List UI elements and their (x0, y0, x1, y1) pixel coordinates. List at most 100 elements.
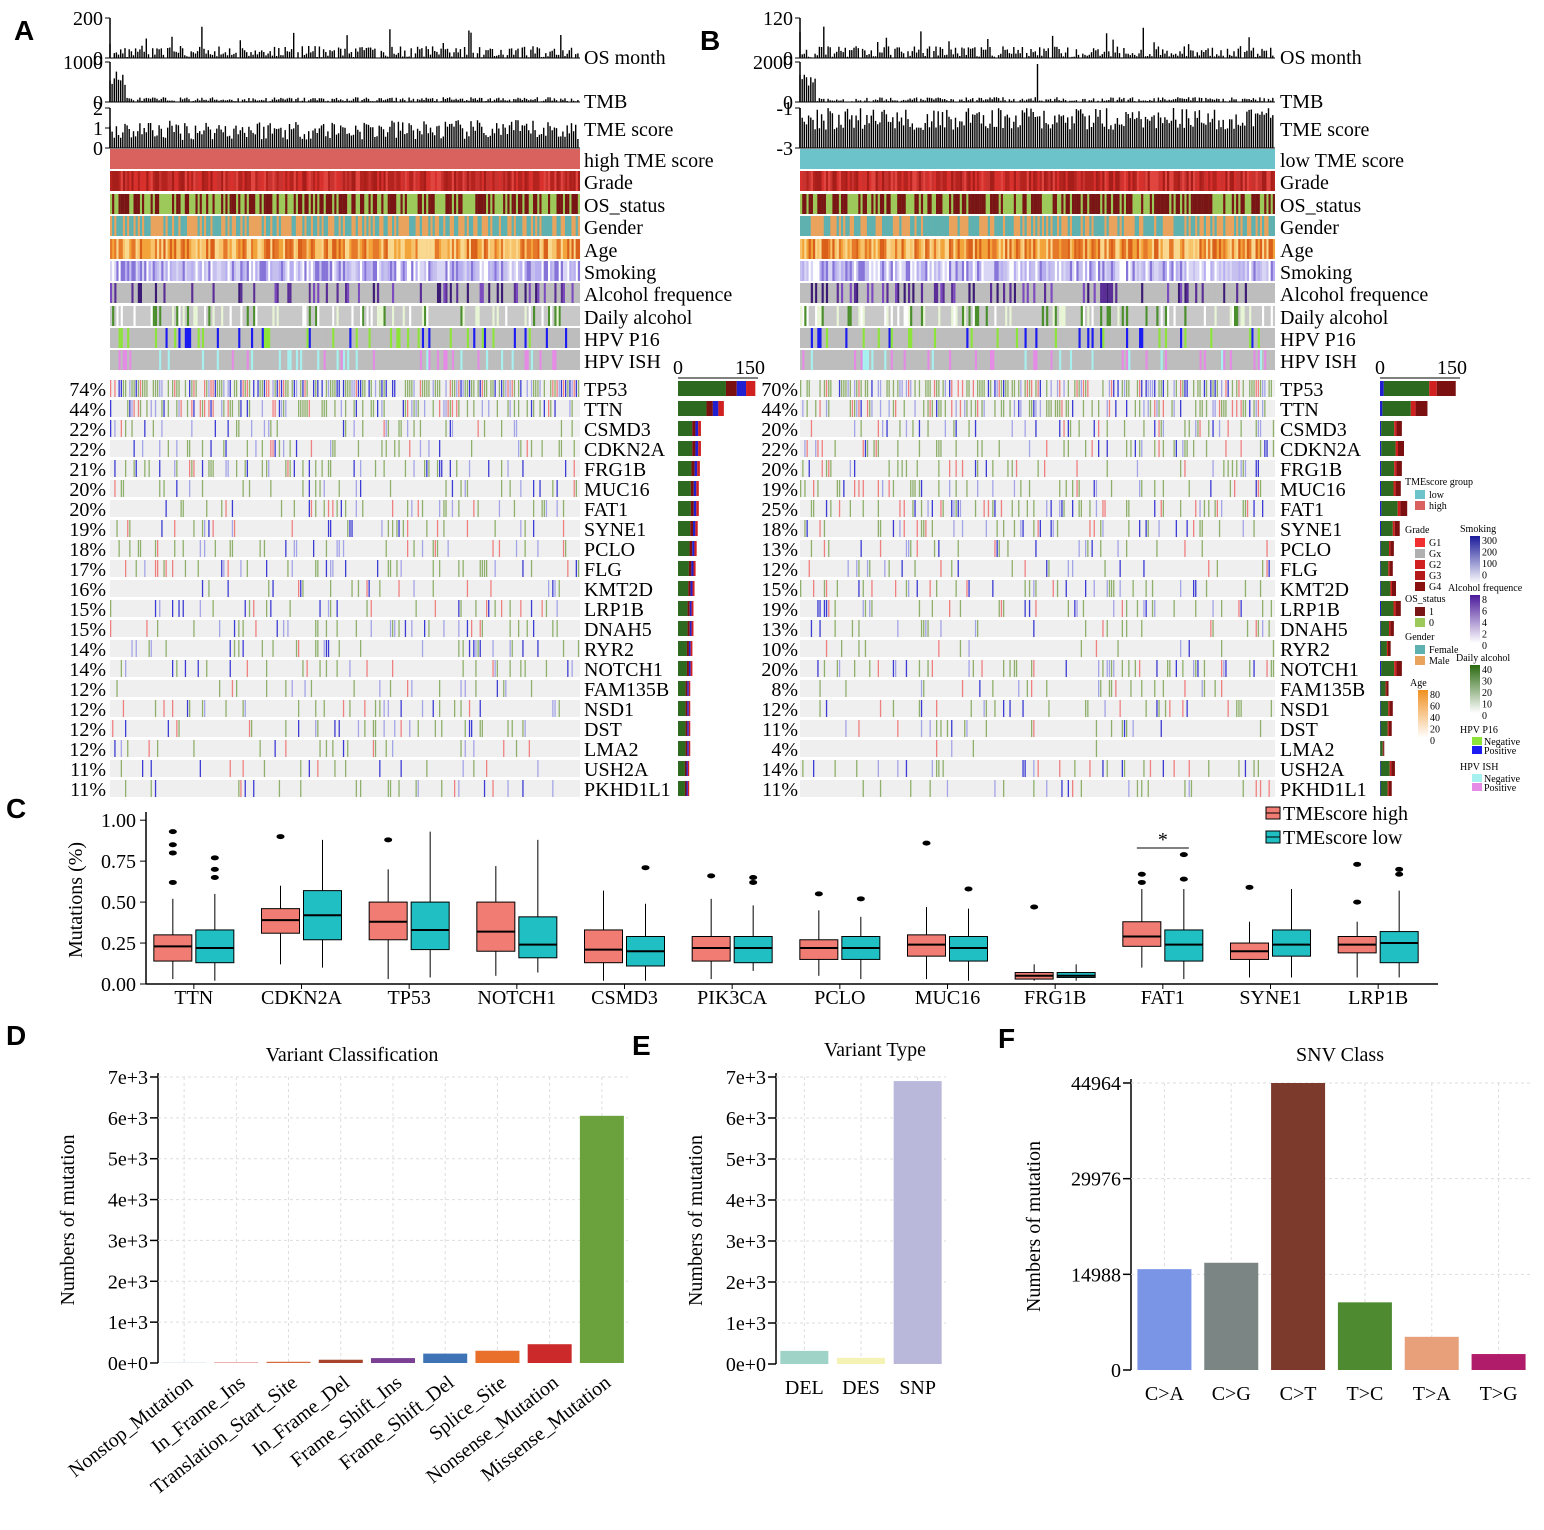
gene-percentage: 18% (761, 519, 798, 541)
gene-row-bg (800, 660, 1275, 677)
oncoprint-panel-a: 2000 OS month10000 TMB210TME scorehigh TME… (63, 8, 765, 801)
gene-label: LRP1B (584, 599, 644, 621)
gene-mutation-bar (678, 701, 686, 716)
outlier-point (1245, 884, 1254, 890)
gene-mutation-bar (1385, 681, 1387, 696)
legend-label: 4 (1482, 618, 1487, 629)
gene-mutation-bar (698, 441, 701, 456)
track-label: Gender (1280, 217, 1339, 239)
gene-row-bg (110, 460, 580, 477)
bar-tick-label: 150 (735, 357, 765, 379)
outlier-point (168, 879, 177, 885)
gene-mutation-bar (1380, 561, 1381, 576)
y-tick-label: 5e+3 (726, 1149, 766, 1171)
gene-mutation-bar (678, 601, 688, 616)
gene-mutation-bar (686, 781, 688, 796)
legend-label: Gx (1429, 549, 1441, 560)
gene-percentage: 12% (761, 559, 798, 581)
gene-mutation-bar (692, 441, 696, 456)
legend-swatch (1472, 774, 1482, 782)
outlier-point (922, 840, 931, 846)
gene-percentage: 18% (69, 539, 106, 561)
gene-row-bg (800, 440, 1275, 457)
gene-mutation-bar (694, 541, 697, 556)
gene-mutation-bar (689, 541, 693, 556)
gene-percentage: 44% (761, 399, 798, 421)
annotation-track-bg (800, 328, 1275, 348)
legend-swatch (1472, 746, 1482, 754)
gene-mutation-bar (678, 561, 689, 576)
outlier-point (856, 896, 865, 902)
gene-mutation-bar (678, 721, 686, 736)
x-tick-label: SNP (899, 1377, 936, 1399)
gene-mutation-bar (686, 641, 689, 656)
bar (423, 1353, 468, 1363)
gene-mutation-bar (1389, 561, 1393, 576)
gene-label: FRG1B (584, 459, 646, 481)
gene-mutation-bar (1388, 561, 1390, 576)
legend-swatch (1472, 737, 1482, 745)
gene-mutation-bar (1388, 781, 1392, 796)
gene-mutation-bar (678, 761, 685, 776)
legend-label: 6 (1482, 607, 1487, 618)
gene-percentage: 11% (70, 779, 106, 801)
gene-label: USH2A (1280, 759, 1345, 781)
x-tick-label: NOTCH1 (477, 987, 556, 1009)
chart-title: Variant Type (824, 1039, 926, 1061)
gene-mutation-bar (1392, 521, 1395, 536)
outlier-point (210, 855, 219, 861)
bar (371, 1358, 415, 1363)
gene-label: CDKN2A (584, 439, 666, 461)
track-label: Age (584, 240, 617, 262)
gene-percentage: 20% (761, 459, 798, 481)
gene-mutation-bar (692, 521, 696, 536)
gene-mutation-bar (692, 581, 695, 596)
gene-mutation-bar (678, 481, 691, 496)
gene-row-bg (800, 680, 1275, 697)
gene-mutation-bar (1382, 401, 1411, 416)
chart-title: Variant Classification (266, 1044, 439, 1066)
gene-mutation-bar (678, 461, 692, 476)
gene-label: TTN (1280, 399, 1319, 421)
gene-mutation-bar (1389, 621, 1391, 636)
legend-title: Smoking (1460, 524, 1496, 535)
tmb-bars (799, 64, 1274, 102)
track-label: HPV ISH (584, 351, 661, 373)
gene-mutation-bar (1380, 721, 1381, 736)
outlier-point (964, 886, 973, 892)
box-high (584, 929, 623, 964)
gene-mutation-bar (693, 481, 697, 496)
y-axis-label: Numbers of mutation (685, 1135, 707, 1306)
gene-mutation-bar (1436, 381, 1456, 396)
gene-mutation-bar (1383, 741, 1385, 756)
gene-mutation-bar (696, 501, 699, 516)
box-low (518, 916, 558, 959)
gene-label: SYNE1 (584, 519, 646, 541)
legend-label: 1 (1429, 607, 1434, 618)
tme-score-bars (109, 120, 579, 148)
y-axis-label: Numbers of mutation (1023, 1141, 1045, 1312)
gene-mutation-bar (687, 601, 690, 616)
gene-label: SYNE1 (1280, 519, 1342, 541)
gene-mutation-bar (1381, 601, 1394, 616)
tick-label: 1 (93, 118, 103, 140)
gene-mutation-bar (1380, 421, 1382, 436)
legend-gradient (1418, 690, 1428, 738)
gene-label: TTN (584, 399, 623, 421)
legend-swatch (1415, 538, 1425, 547)
gene-row-bg (110, 520, 580, 537)
gene-mutation-bar (1395, 601, 1401, 616)
gene-mutation-bar (1389, 541, 1391, 556)
gene-mutation-bar (1380, 441, 1382, 456)
chart-title: SNV Class (1296, 1044, 1384, 1066)
gene-percentage: 14% (761, 759, 798, 781)
legend-swatch (1415, 607, 1425, 616)
box-high (1122, 921, 1162, 947)
gene-mutation-bar (693, 561, 696, 576)
legend-title: TMEscore group (1405, 477, 1473, 488)
bar (318, 1359, 363, 1363)
gene-label: DST (584, 719, 622, 741)
mutation-cells (1188, 640, 1190, 657)
gene-row-bg (800, 420, 1275, 437)
annotation-track-bg (800, 350, 1275, 370)
